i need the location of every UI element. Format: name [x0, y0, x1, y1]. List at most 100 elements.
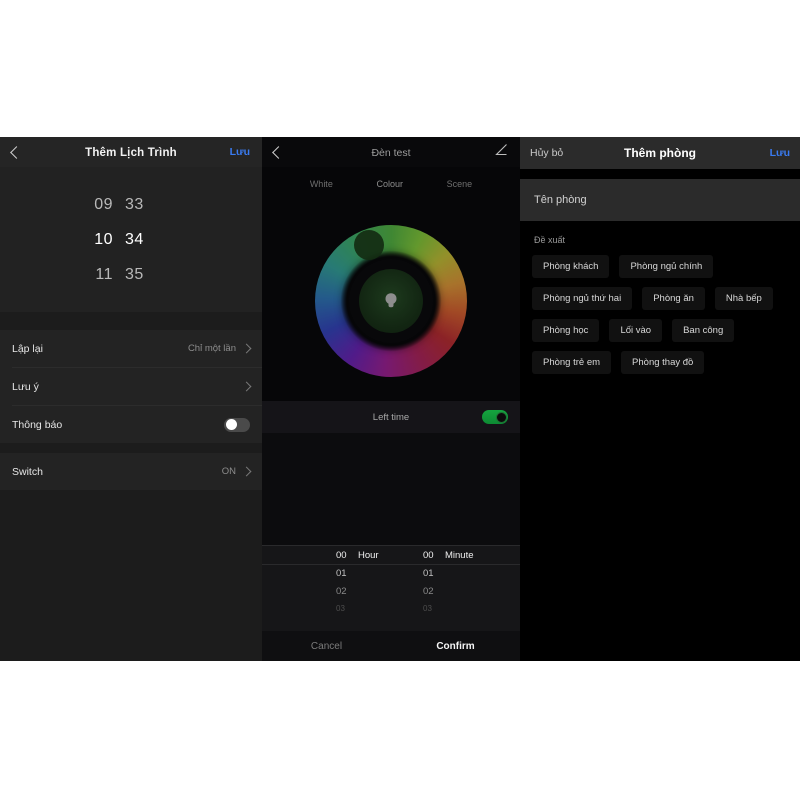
row-notification-value	[224, 417, 250, 432]
minute-option-value: 02	[423, 586, 434, 597]
tab-scene[interactable]: Scene	[447, 179, 473, 189]
add-room-title-text: Thêm phòng	[624, 146, 696, 160]
pencil-icon	[495, 144, 507, 156]
row-repeat-value: Chỉ một lần	[187, 343, 252, 354]
row-note-label: Lưu ý	[12, 380, 39, 393]
minute-option[interactable]: 03	[423, 604, 510, 613]
save-button[interactable]: Lưu	[770, 147, 790, 159]
lightbulb-icon	[385, 293, 397, 308]
chip-study-room[interactable]: Phòng học	[532, 319, 600, 342]
time-wheel-row-selected[interactable]: 10 34	[89, 231, 173, 249]
row-notification-label: Thông báo	[12, 418, 63, 431]
minute-value: 34	[125, 230, 144, 248]
hour-option[interactable]: 02	[336, 586, 423, 597]
toggle-knob	[225, 419, 237, 430]
panel-filler	[520, 374, 800, 661]
chevron-right-icon	[241, 466, 252, 477]
light-control-panel: Đèn test White Colour Scene Left time 00…	[262, 137, 520, 661]
row-repeat[interactable]: Lập lại Chỉ một lần	[0, 330, 262, 367]
minute-option[interactable]: 01	[423, 568, 510, 579]
minute-option-value: 01	[423, 568, 434, 579]
time-wheel-row[interactable]: 11 35	[89, 266, 173, 284]
minute-value: 35	[125, 265, 144, 283]
row-switch-label: Switch	[12, 465, 43, 478]
hour-option-value: 03	[336, 604, 345, 613]
chevron-left-icon	[272, 145, 285, 159]
section-gap	[0, 312, 262, 330]
row-switch[interactable]: Switch ON	[0, 453, 262, 490]
hour-option-value: 00	[336, 550, 347, 561]
panel-filler	[262, 433, 520, 545]
schedule-options-list: Lập lại Chỉ một lần Lưu ý Thông báo	[0, 330, 262, 443]
toggle-knob	[495, 411, 507, 423]
chip-living-room[interactable]: Phòng khách	[532, 255, 610, 278]
chip-kids-room[interactable]: Phòng trẻ em	[532, 351, 612, 374]
duration-picker[interactable]: 00 Hour 01 02 03 00 Minute 01 02 03	[262, 545, 520, 631]
confirm-button[interactable]: Confirm	[391, 641, 520, 652]
time-wheel[interactable]: 09 33 10 34 11 35	[0, 167, 262, 312]
minute-unit-label: Minute	[445, 550, 474, 561]
back-button[interactable]	[272, 145, 285, 159]
time-wheel-row[interactable]: 09 33	[89, 196, 173, 214]
hour-column[interactable]: 00 Hour 01 02 03	[336, 545, 423, 631]
suggestion-chips: Phòng khách Phòng ngủ chính Phòng ngủ th…	[520, 255, 800, 374]
row-note-value	[241, 381, 252, 392]
hour-value: 09	[94, 195, 113, 213]
section-gap	[0, 443, 262, 453]
chevron-right-icon	[241, 343, 252, 354]
minute-option[interactable]: 02	[423, 586, 510, 597]
chip-second-bedroom[interactable]: Phòng ngủ thứ hai	[532, 287, 633, 310]
left-time-toggle[interactable]	[482, 410, 508, 424]
chevron-right-icon	[241, 381, 252, 392]
chip-master-bedroom[interactable]: Phòng ngủ chính	[619, 255, 714, 278]
hour-unit-label: Hour	[358, 550, 379, 561]
chip-balcony[interactable]: Ban công	[672, 319, 735, 342]
notification-toggle[interactable]	[224, 417, 250, 432]
left-time-row[interactable]: Left time	[262, 401, 520, 433]
hour-value: 10	[94, 230, 113, 248]
panel-filler	[0, 490, 262, 661]
hour-value: 11	[95, 265, 113, 283]
row-repeat-value-text: Chỉ một lần	[187, 343, 236, 354]
room-name-placeholder: Tên phòng	[534, 194, 587, 206]
minute-option-selected[interactable]: 00 Minute	[423, 550, 510, 561]
tab-white[interactable]: White	[310, 179, 333, 189]
row-switch-value: ON	[221, 466, 252, 477]
device-title-text: Đèn test	[371, 147, 411, 159]
edit-button[interactable]	[495, 143, 508, 161]
chip-dressing-room[interactable]: Phòng thay đồ	[621, 351, 705, 374]
cancel-button[interactable]: Hủy bỏ	[530, 147, 563, 159]
minute-value: 33	[125, 195, 144, 213]
schedule-title-text: Thêm Lịch Trình	[85, 147, 177, 159]
device-title: Đèn test	[262, 143, 520, 161]
row-switch-value-text: ON	[221, 466, 236, 477]
hour-option[interactable]: 03	[336, 604, 423, 613]
color-picker-handle[interactable]	[354, 230, 384, 260]
minute-option-value: 00	[423, 550, 434, 561]
row-repeat-label: Lập lại	[12, 342, 43, 355]
minute-option-value: 03	[423, 604, 432, 613]
hour-option-selected[interactable]: 00 Hour	[336, 550, 423, 561]
chip-entrance[interactable]: Lối vào	[609, 319, 663, 342]
chevron-left-icon	[10, 145, 23, 159]
page-title: Thêm Lịch Trình	[0, 143, 262, 161]
brightness-dial[interactable]	[359, 269, 423, 333]
back-button[interactable]	[10, 145, 23, 159]
chip-kitchen[interactable]: Nhà bếp	[714, 287, 773, 310]
tab-colour[interactable]: Colour	[376, 179, 403, 189]
bulb-neck	[388, 300, 394, 308]
cancel-button[interactable]: Cancel	[262, 641, 391, 652]
hour-option[interactable]: 01	[336, 568, 423, 579]
section-gap	[520, 169, 800, 179]
minute-column[interactable]: 00 Minute 01 02 03	[423, 545, 510, 631]
suggestions-label: Đề xuất	[534, 235, 566, 245]
mode-tabs: White Colour Scene	[262, 167, 520, 207]
row-notification[interactable]: Thông báo	[0, 406, 262, 443]
color-wheel-area[interactable]	[262, 201, 520, 401]
room-name-input[interactable]: Tên phòng	[520, 179, 800, 221]
row-note[interactable]: Lưu ý	[0, 368, 262, 405]
picker-action-bar: Cancel Confirm	[262, 631, 520, 661]
chip-dining-room[interactable]: Phòng ăn	[642, 287, 705, 310]
screenshot-stage: Thêm Lịch Trình Lưu 09 33 10 34 11 35 Lậ…	[0, 137, 800, 661]
save-button[interactable]: Lưu	[230, 146, 250, 158]
